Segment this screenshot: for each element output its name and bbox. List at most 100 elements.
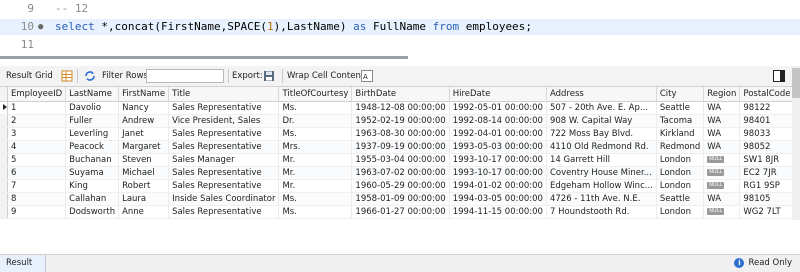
column-header-postalcode[interactable]: PostalCode bbox=[739, 87, 792, 102]
cell-titleofcourtesy[interactable]: Ms. bbox=[278, 192, 353, 206]
column-header-region[interactable]: Region bbox=[703, 87, 741, 102]
cell-title[interactable]: Sales Representative bbox=[168, 205, 280, 219]
cell-city[interactable]: London bbox=[656, 179, 705, 193]
row-header[interactable] bbox=[0, 101, 8, 115]
table-row[interactable]: 4 Peacock Margaret Sales Representative Mrs.… bbox=[0, 140, 792, 154]
cell-address[interactable]: Edgeham Hollow Winc... bbox=[546, 179, 657, 193]
cell-lastname[interactable]: Suyama bbox=[65, 166, 120, 180]
cell-lastname[interactable]: Fuller bbox=[65, 114, 120, 128]
cell-firstname[interactable]: Michael bbox=[118, 166, 170, 180]
cell-employeeid[interactable]: 5 bbox=[7, 153, 67, 167]
cell-postalcode[interactable]: 98033 bbox=[739, 127, 792, 141]
cell-titleofcourtesy[interactable]: Ms. bbox=[278, 101, 353, 115]
column-header-titleofcourtesy[interactable]: TitleOfCourtesy bbox=[278, 87, 353, 102]
cell-address[interactable]: 7 Houndstooth Rd. bbox=[546, 205, 657, 219]
cell-region[interactable]: WA bbox=[703, 114, 741, 128]
result-grid[interactable]: EmployeeID LastName FirstName Title TitleOfC… bbox=[0, 86, 792, 220]
editor-line-9[interactable]: 9 -- 12 bbox=[0, 1, 800, 17]
cell-hiredate[interactable]: 1994-03-05 00:00:00 bbox=[449, 192, 547, 206]
cell-city[interactable]: Tacoma bbox=[656, 114, 705, 128]
cell-address[interactable]: Coventry House Miner... bbox=[546, 166, 657, 180]
row-header[interactable] bbox=[0, 192, 8, 206]
cell-city[interactable]: Kirkland bbox=[656, 127, 705, 141]
column-header-address[interactable]: Address bbox=[546, 87, 657, 102]
cell-city[interactable]: Seattle bbox=[656, 192, 705, 206]
cell-titleofcourtesy[interactable]: Mr. bbox=[278, 179, 353, 193]
cell-city[interactable]: Redmond bbox=[656, 140, 705, 154]
table-row[interactable]: 6 Suyama Michael Sales Representative Mr. 196… bbox=[0, 166, 792, 180]
cell-address[interactable]: 507 - 20th Ave. E. Ap... bbox=[546, 101, 657, 115]
cell-employeeid[interactable]: 9 bbox=[7, 205, 67, 219]
cell-titleofcourtesy[interactable]: Dr. bbox=[278, 114, 353, 128]
table-row[interactable]: 2 Fuller Andrew Vice President, Sales Dr. 195… bbox=[0, 114, 792, 128]
cell-hiredate[interactable]: 1993-10-17 00:00:00 bbox=[449, 153, 547, 167]
cell-firstname[interactable]: Andrew bbox=[118, 114, 170, 128]
cell-lastname[interactable]: Callahan bbox=[65, 192, 120, 206]
column-header-birthdate[interactable]: BirthDate bbox=[351, 87, 450, 102]
cell-lastname[interactable]: King bbox=[65, 179, 120, 193]
cell-region[interactable]: WA bbox=[703, 140, 741, 154]
table-row[interactable]: 1 Davolio Nancy Sales Representative Ms. 1948… bbox=[0, 101, 792, 115]
table-row[interactable]: 7 King Robert Sales Representative Mr. 1960-0… bbox=[0, 179, 792, 193]
cell-birthdate[interactable]: 1963-07-02 00:00:00 bbox=[351, 166, 450, 180]
column-header-title[interactable]: Title bbox=[168, 87, 280, 102]
cell-titleofcourtesy[interactable]: Ms. bbox=[278, 205, 353, 219]
cell-lastname[interactable]: Buchanan bbox=[65, 153, 120, 167]
cell-firstname[interactable]: Nancy bbox=[118, 101, 170, 115]
cell-birthdate[interactable]: 1952-02-19 00:00:00 bbox=[351, 114, 450, 128]
cell-title[interactable]: Sales Representative bbox=[168, 179, 280, 193]
cell-region[interactable]: WA bbox=[703, 192, 741, 206]
vertical-scrollbar-thumb[interactable] bbox=[792, 68, 800, 98]
row-header[interactable] bbox=[0, 114, 8, 128]
cell-title[interactable]: Sales Representative bbox=[168, 127, 280, 141]
cell-hiredate[interactable]: 1993-10-17 00:00:00 bbox=[449, 166, 547, 180]
cell-postalcode[interactable]: 98105 bbox=[739, 192, 792, 206]
refresh-icon[interactable] bbox=[84, 70, 96, 82]
cell-birthdate[interactable]: 1937-09-19 00:00:00 bbox=[351, 140, 450, 154]
cell-lastname[interactable]: Peacock bbox=[65, 140, 120, 154]
cell-titleofcourtesy[interactable]: Ms. bbox=[278, 127, 353, 141]
cell-city[interactable]: London bbox=[656, 153, 705, 167]
table-row[interactable]: 9 Dodsworth Anne Sales Representative Ms. 196… bbox=[0, 205, 792, 219]
editor-splitter[interactable] bbox=[0, 56, 408, 59]
cell-region[interactable]: WA bbox=[703, 101, 741, 115]
row-header[interactable] bbox=[0, 205, 8, 219]
cell-hiredate[interactable]: 1993-05-03 00:00:00 bbox=[449, 140, 547, 154]
cell-hiredate[interactable]: 1994-01-02 00:00:00 bbox=[449, 179, 547, 193]
cell-firstname[interactable]: Margaret bbox=[118, 140, 170, 154]
cell-postalcode[interactable]: RG1 9SP bbox=[739, 179, 792, 193]
cell-lastname[interactable]: Davolio bbox=[65, 101, 120, 115]
cell-address[interactable]: 722 Moss Bay Blvd. bbox=[546, 127, 657, 141]
cell-region[interactable]: NULL bbox=[703, 205, 741, 219]
cell-firstname[interactable]: Laura bbox=[118, 192, 170, 206]
result-grid-label[interactable]: Result Grid bbox=[6, 66, 53, 86]
cell-firstname[interactable]: Robert bbox=[118, 179, 170, 193]
cell-city[interactable]: London bbox=[656, 166, 705, 180]
cell-postalcode[interactable]: 98401 bbox=[739, 114, 792, 128]
cell-title[interactable]: Sales Manager bbox=[168, 153, 280, 167]
cell-hiredate[interactable]: 1992-05-01 00:00:00 bbox=[449, 101, 547, 115]
cell-lastname[interactable]: Dodsworth bbox=[65, 205, 120, 219]
cell-titleofcourtesy[interactable]: Mr. bbox=[278, 166, 353, 180]
cell-region[interactable]: WA bbox=[703, 127, 741, 141]
grid-view-icon[interactable] bbox=[61, 70, 73, 82]
cell-title[interactable]: Vice President, Sales bbox=[168, 114, 280, 128]
cell-birthdate[interactable]: 1948-12-08 00:00:00 bbox=[351, 101, 450, 115]
cell-postalcode[interactable]: SW1 8JR bbox=[739, 153, 792, 167]
column-header-employeeid[interactable]: EmployeeID bbox=[7, 87, 67, 102]
cell-address[interactable]: 908 W. Capital Way bbox=[546, 114, 657, 128]
cell-postalcode[interactable]: WG2 7LT bbox=[739, 205, 792, 219]
cell-firstname[interactable]: Steven bbox=[118, 153, 170, 167]
cell-title[interactable]: Sales Representative bbox=[168, 140, 280, 154]
row-header[interactable] bbox=[0, 127, 8, 141]
wrap-text-icon[interactable]: A bbox=[361, 70, 373, 82]
cell-birthdate[interactable]: 1966-01-27 00:00:00 bbox=[351, 205, 450, 219]
cell-firstname[interactable]: Janet bbox=[118, 127, 170, 141]
cell-address[interactable]: 14 Garrett Hill bbox=[546, 153, 657, 167]
cell-employeeid[interactable]: 3 bbox=[7, 127, 67, 141]
cell-employeeid[interactable]: 2 bbox=[7, 114, 67, 128]
cell-birthdate[interactable]: 1955-03-04 00:00:00 bbox=[351, 153, 450, 167]
cell-postalcode[interactable]: 98052 bbox=[739, 140, 792, 154]
cell-birthdate[interactable]: 1963-08-30 00:00:00 bbox=[351, 127, 450, 141]
table-row[interactable]: 3 Leverling Janet Sales Representative Ms. 19… bbox=[0, 127, 792, 141]
